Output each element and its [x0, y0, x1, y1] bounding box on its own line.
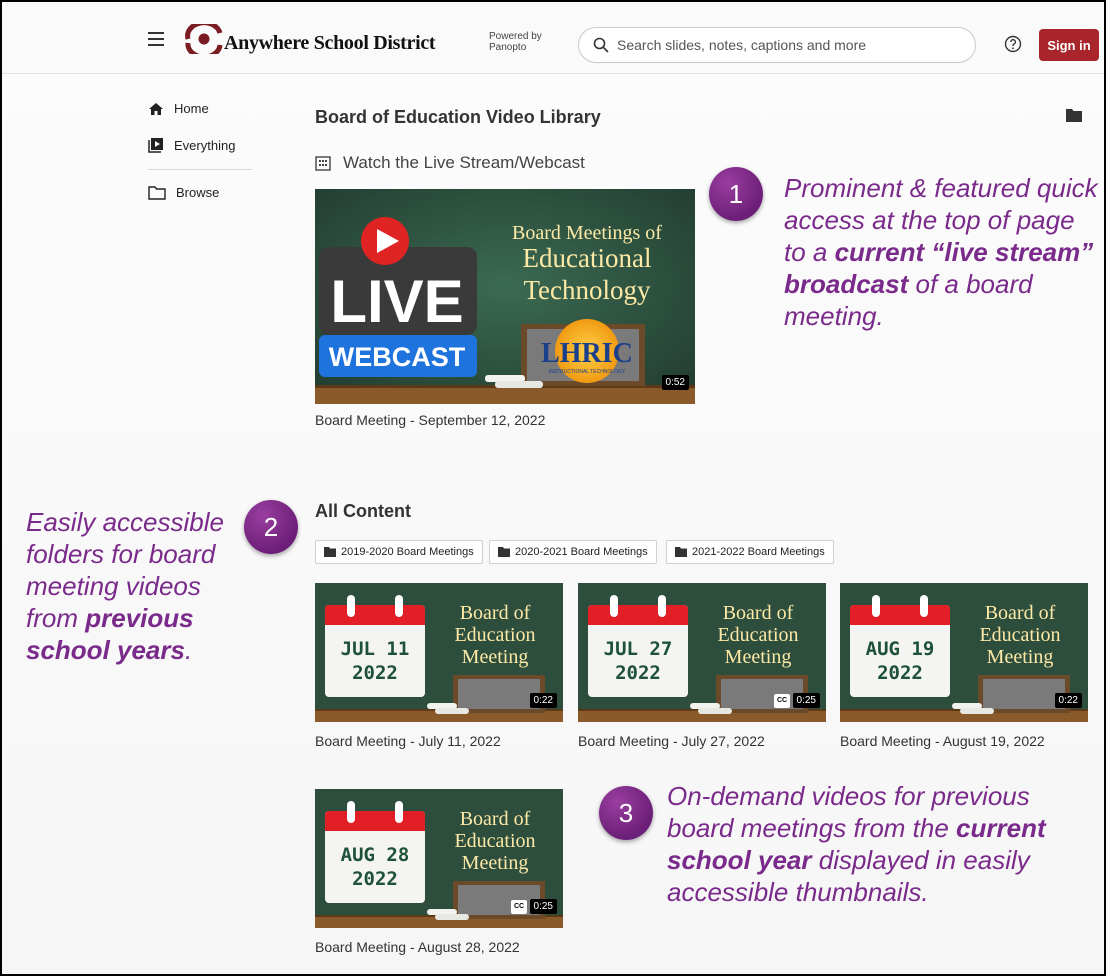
- callout-note-2: Easily accessible folders for board meet…: [26, 507, 224, 665]
- calendar-year: 2022: [615, 662, 661, 684]
- video-title[interactable]: Board Meeting - July 27, 2022: [578, 733, 765, 749]
- calendar-date: JUL 11: [341, 638, 410, 660]
- closed-captions-icon: CC: [774, 694, 790, 708]
- sidebar-item-home[interactable]: Home: [148, 101, 209, 116]
- powered-by: Powered by Panopto: [489, 31, 542, 53]
- thumb-webcast-text: WEBCAST: [329, 342, 466, 372]
- thumb-line2: Educational: [523, 243, 652, 273]
- folder-chip-2020-2021[interactable]: 2020-2021 Board Meetings: [489, 540, 657, 564]
- search-icon: [593, 37, 609, 53]
- video-thumbnail[interactable]: JUL 27 2022 Board of Education Meeting 0…: [578, 583, 826, 722]
- calendar-year: 2022: [352, 662, 398, 684]
- folder-icon[interactable]: [1065, 108, 1083, 123]
- calendar-year: 2022: [352, 868, 398, 890]
- play-library-icon: [148, 138, 163, 153]
- search-box[interactable]: [578, 27, 976, 63]
- sidebar-divider: [148, 169, 252, 170]
- video-thumbnail[interactable]: JUL 11 2022 Board of Education Meeting 0…: [315, 583, 563, 722]
- thumb-line3: Meeting: [462, 646, 529, 668]
- folder-icon: [324, 547, 336, 557]
- calendar-year: 2022: [877, 662, 923, 684]
- board-meeting-art: JUL 11 2022 Board of Education Meeting: [315, 583, 563, 722]
- callout-note-3: On-demand videos for previous board meet…: [667, 781, 1046, 907]
- callout-note-1: Prominent & featured quick access at the…: [784, 173, 1098, 331]
- page-frame: Anywhere School District Powered by Pano…: [0, 0, 1106, 976]
- thumb-line1: Board of: [460, 602, 531, 624]
- page-title: Board of Education Video Library: [315, 107, 601, 127]
- video-title[interactable]: Board Meeting - July 11, 2022: [315, 733, 501, 749]
- district-logo-icon: [185, 24, 223, 54]
- thumb-line2: Education: [454, 624, 535, 646]
- folder-icon: [148, 185, 166, 200]
- callout-badge-3: 3: [599, 786, 653, 840]
- thumb-logo-subtext: INSTRUCTIONAL TECHNOLOGY: [549, 369, 626, 375]
- featured-video-title[interactable]: Board Meeting - September 12, 2022: [315, 412, 545, 428]
- sidebar-item-browse[interactable]: Browse: [148, 185, 219, 200]
- thumb-live-text: LIVE: [330, 268, 463, 335]
- folder-icon: [675, 547, 687, 557]
- video-title[interactable]: Board Meeting - August 28, 2022: [315, 939, 520, 955]
- thumb-line1: Board of: [460, 808, 531, 830]
- help-icon[interactable]: [1004, 35, 1022, 53]
- duration-badge: 0:22: [529, 693, 557, 708]
- thumb-line2: Education: [979, 624, 1060, 646]
- duration-badge: 0:22: [1054, 693, 1082, 708]
- folder-chip-2019-2020[interactable]: 2019-2020 Board Meetings: [315, 540, 483, 564]
- video-title[interactable]: Board Meeting - August 19, 2022: [840, 733, 1045, 749]
- brand-name[interactable]: Anywhere School District: [224, 32, 436, 55]
- live-webcast-art: LIVE WEBCAST Board Meetings of Education…: [315, 189, 695, 404]
- thumb-line2: Education: [454, 830, 535, 852]
- menu-icon[interactable]: [148, 32, 164, 46]
- search-input[interactable]: [617, 37, 957, 53]
- thumb-line1: Board of: [723, 602, 794, 624]
- folder-chip-2021-2022[interactable]: 2021-2022 Board Meetings: [666, 540, 834, 564]
- board-meeting-art: AUG 19 2022 Board of Education Meeting: [840, 583, 1088, 722]
- thumb-line3: Technology: [523, 275, 651, 305]
- duration-badge: 0:25: [792, 693, 820, 708]
- thumb-line3: Meeting: [462, 852, 529, 874]
- thumb-logo-text: LHRIC: [541, 338, 633, 369]
- live-stream-heading[interactable]: Watch the Live Stream/Webcast: [315, 153, 585, 173]
- thumb-line1: Board of: [985, 602, 1056, 624]
- duration-badge: 0:52: [661, 375, 689, 390]
- home-icon: [149, 102, 163, 115]
- all-content-heading: All Content: [315, 501, 411, 521]
- callout-badge-2: 2: [244, 500, 298, 554]
- folder-icon: [498, 547, 510, 557]
- video-thumbnail[interactable]: AUG 19 2022 Board of Education Meeting 0…: [840, 583, 1088, 722]
- top-bar: Anywhere School District Powered by Pano…: [2, 2, 1104, 74]
- featured-video-thumbnail[interactable]: LIVE WEBCAST Board Meetings of Education…: [315, 189, 695, 404]
- duration-badge: 0:25: [529, 899, 557, 914]
- video-thumbnail[interactable]: AUG 28 2022 Board of Education Meeting 0…: [315, 789, 563, 928]
- thumb-line3: Meeting: [725, 646, 792, 668]
- calendar-date: AUG 19: [866, 638, 935, 660]
- thumb-line1: Board Meetings of: [512, 222, 662, 244]
- callout-badge-1: 1: [709, 167, 763, 221]
- closed-captions-icon: CC: [511, 900, 527, 914]
- calendar-date: AUG 28: [341, 844, 410, 866]
- thumb-line2: Education: [717, 624, 798, 646]
- sidebar-item-everything[interactable]: Everything: [148, 137, 235, 153]
- sign-in-button[interactable]: Sign in: [1039, 29, 1099, 61]
- thumb-line3: Meeting: [987, 646, 1054, 668]
- building-icon: [315, 156, 331, 171]
- calendar-date: JUL 27: [604, 638, 673, 660]
